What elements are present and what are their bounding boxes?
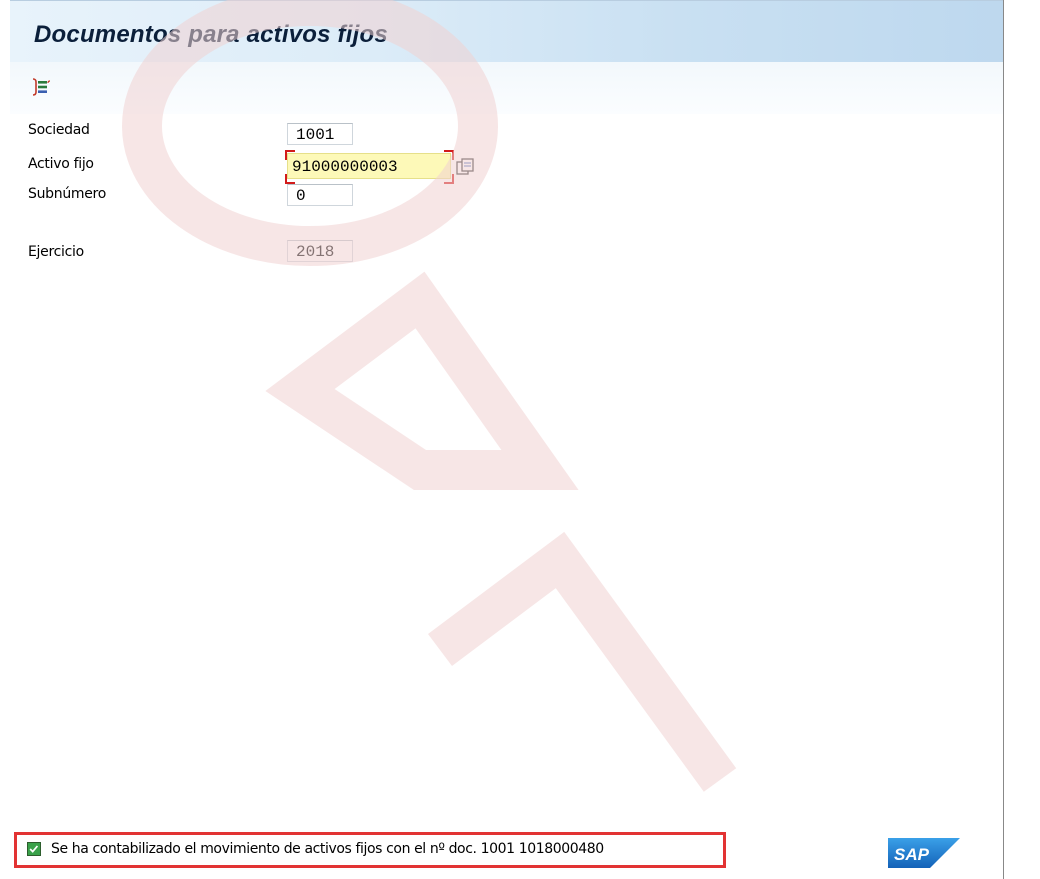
execute-icon[interactable] (30, 76, 52, 98)
application-toolbar (10, 62, 1003, 114)
status-message: Se ha contabilizado el movimiento de act… (51, 841, 604, 857)
svg-text:SAP: SAP (894, 845, 930, 864)
sap-window: Documentos para activos fijos Sociedad 1… (10, 0, 1004, 879)
subnumero-label: Subnúmero (28, 186, 106, 202)
ejercicio-label: Ejercicio (28, 244, 84, 260)
value-help-icon[interactable] (455, 157, 477, 177)
status-message-bar[interactable]: Se ha contabilizado el movimiento de act… (14, 832, 726, 868)
ejercicio-field[interactable]: 2018 (287, 240, 353, 262)
focus-corner-top-left (285, 150, 295, 160)
sap-logo: SAP (888, 838, 960, 868)
sociedad-label: Sociedad (28, 122, 90, 138)
success-check-icon (27, 842, 41, 856)
focus-corner-bottom-left (285, 174, 295, 184)
activo-fijo-label: Activo fijo (28, 156, 94, 172)
focus-corner-top-right (444, 150, 454, 160)
sociedad-field[interactable]: 1001 (287, 123, 353, 145)
focus-corner-bottom-right (444, 174, 454, 184)
activo-fijo-field[interactable]: 91000000003 (287, 153, 451, 179)
subnumero-field[interactable]: 0 (287, 184, 353, 206)
title-bar: Documentos para activos fijos (10, 0, 1003, 63)
page-title: Documentos para activos fijos (34, 21, 388, 48)
